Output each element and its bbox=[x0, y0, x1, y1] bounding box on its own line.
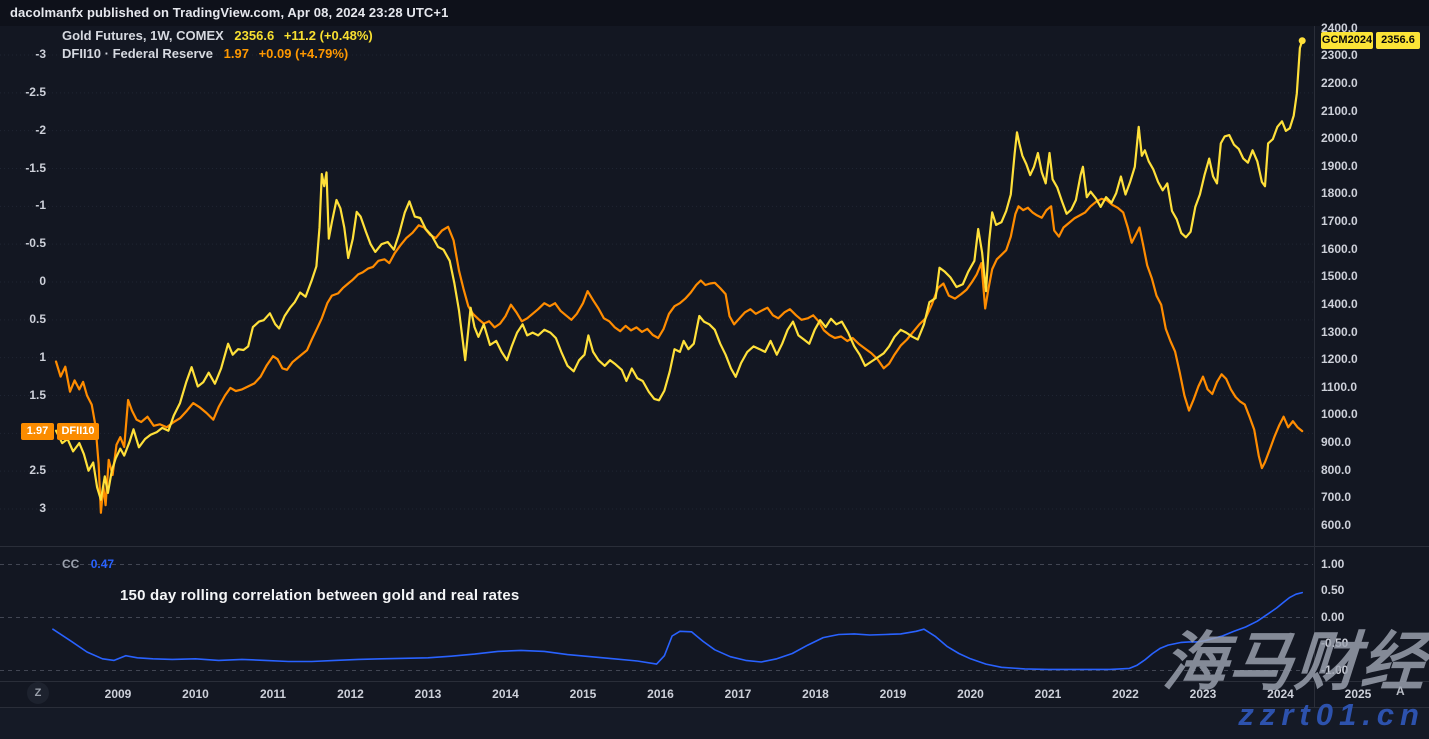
left-axis-tick: -1 bbox=[0, 198, 46, 212]
right-axis-tick: 1400.0 bbox=[1321, 297, 1358, 311]
right-axis-tick: 1300.0 bbox=[1321, 325, 1358, 339]
time-axis-year-label: 2020 bbox=[957, 687, 984, 701]
legend-gold-title: Gold Futures, 1W, COMEX bbox=[62, 28, 224, 43]
right-axis-tick: 1700.0 bbox=[1321, 214, 1358, 228]
time-axis-year-label: 2016 bbox=[647, 687, 674, 701]
legend-gold-value: 2356.6 bbox=[234, 28, 274, 43]
watermark-url-text: zzrt01.cn bbox=[1238, 697, 1425, 733]
footer-bar: TradingView bbox=[0, 708, 1429, 739]
time-axis-year-label: 2021 bbox=[1035, 687, 1062, 701]
left-axis-tick: 3 bbox=[0, 501, 46, 515]
gold-price-label-ticker: GCM2024 bbox=[1321, 32, 1373, 49]
correlation-axis-tick: 0.50 bbox=[1321, 583, 1344, 597]
right-axis-tick: 800.0 bbox=[1321, 463, 1351, 477]
left-axis-tick: 1 bbox=[0, 350, 46, 364]
left-axis-tick: -0.5 bbox=[0, 236, 46, 250]
right-axis-tick: 700.0 bbox=[1321, 490, 1351, 504]
time-axis-year-label: 2012 bbox=[337, 687, 364, 701]
left-axis-tick: 2.5 bbox=[0, 463, 46, 477]
right-axis-tick: 2300.0 bbox=[1321, 48, 1358, 62]
left-axis-tick: 1.5 bbox=[0, 388, 46, 402]
legend-gold: Gold Futures, 1W, COMEX 2356.6 +11.2 (+0… bbox=[62, 28, 373, 43]
tradingview-published-chart: dacolmanfx published on TradingView.com,… bbox=[0, 0, 1429, 739]
correlation-line-series bbox=[53, 593, 1302, 670]
right-axis-tick: 600.0 bbox=[1321, 518, 1351, 532]
time-axis-year-label: 2017 bbox=[725, 687, 752, 701]
dfii10-line-series bbox=[56, 199, 1302, 513]
legend-gold-change: +11.2 (+0.48%) bbox=[284, 28, 373, 43]
legend-dfii-title: DFII10 · Federal Reserve bbox=[62, 46, 213, 61]
timezone-button[interactable]: Z bbox=[27, 682, 49, 704]
time-axis-year-label: 2010 bbox=[182, 687, 209, 701]
left-axis-tick: -1.5 bbox=[0, 161, 46, 175]
right-axis-tick: 1900.0 bbox=[1321, 159, 1358, 173]
gold-last-price-dot bbox=[1299, 37, 1306, 44]
time-axis-year-label: 2022 bbox=[1112, 687, 1139, 701]
cc-legend: CC 0.47 bbox=[62, 557, 114, 571]
right-axis-tick: 1500.0 bbox=[1321, 269, 1358, 283]
left-axis-tick: 0.5 bbox=[0, 312, 46, 326]
time-axis-year-label: 2015 bbox=[570, 687, 597, 701]
time-axis-year-label: 2014 bbox=[492, 687, 519, 701]
left-axis-tick: -2.5 bbox=[0, 85, 46, 99]
chart-annotation-text: 150 day rolling correlation between gold… bbox=[120, 587, 519, 604]
time-axis-year-label: 2019 bbox=[880, 687, 907, 701]
cc-indicator-value: 0.47 bbox=[91, 557, 114, 571]
right-axis-tick: 2100.0 bbox=[1321, 104, 1358, 118]
legend-dfii: DFII10 · Federal Reserve 1.97 +0.09 (+4.… bbox=[62, 46, 348, 61]
cc-indicator-label: CC bbox=[62, 557, 79, 571]
right-axis-tick: 1200.0 bbox=[1321, 352, 1358, 366]
left-axis-tick: 0 bbox=[0, 274, 46, 288]
time-axis-year-label: 2013 bbox=[415, 687, 442, 701]
time-axis-year-label: 2011 bbox=[260, 687, 286, 701]
right-axis-tick: 1600.0 bbox=[1321, 242, 1358, 256]
correlation-axis-tick: 1.00 bbox=[1321, 557, 1344, 571]
watermark-cjk-text: 海马财经 bbox=[1160, 622, 1429, 702]
left-axis-tick: -3 bbox=[0, 47, 46, 61]
right-axis-tick: 2000.0 bbox=[1321, 131, 1358, 145]
dfii-price-label-ticker: DFII10 bbox=[57, 423, 99, 440]
right-axis-tick: 2200.0 bbox=[1321, 76, 1358, 90]
legend-dfii-change: +0.09 (+4.79%) bbox=[259, 46, 349, 61]
right-axis-tick: 900.0 bbox=[1321, 435, 1351, 449]
gold-line-series bbox=[56, 41, 1302, 500]
right-axis-tick: 1800.0 bbox=[1321, 186, 1358, 200]
time-axis-year-label: 2018 bbox=[802, 687, 829, 701]
right-axis-tick: 1100.0 bbox=[1321, 380, 1357, 394]
left-axis-tick: -2 bbox=[0, 123, 46, 137]
time-axis-year-label: 2009 bbox=[105, 687, 132, 701]
right-axis-tick: 1000.0 bbox=[1321, 407, 1358, 421]
legend-dfii-value: 1.97 bbox=[224, 46, 249, 61]
dfii-price-label-value: 1.97 bbox=[21, 423, 54, 440]
gold-price-label-value: 2356.6 bbox=[1376, 32, 1420, 49]
